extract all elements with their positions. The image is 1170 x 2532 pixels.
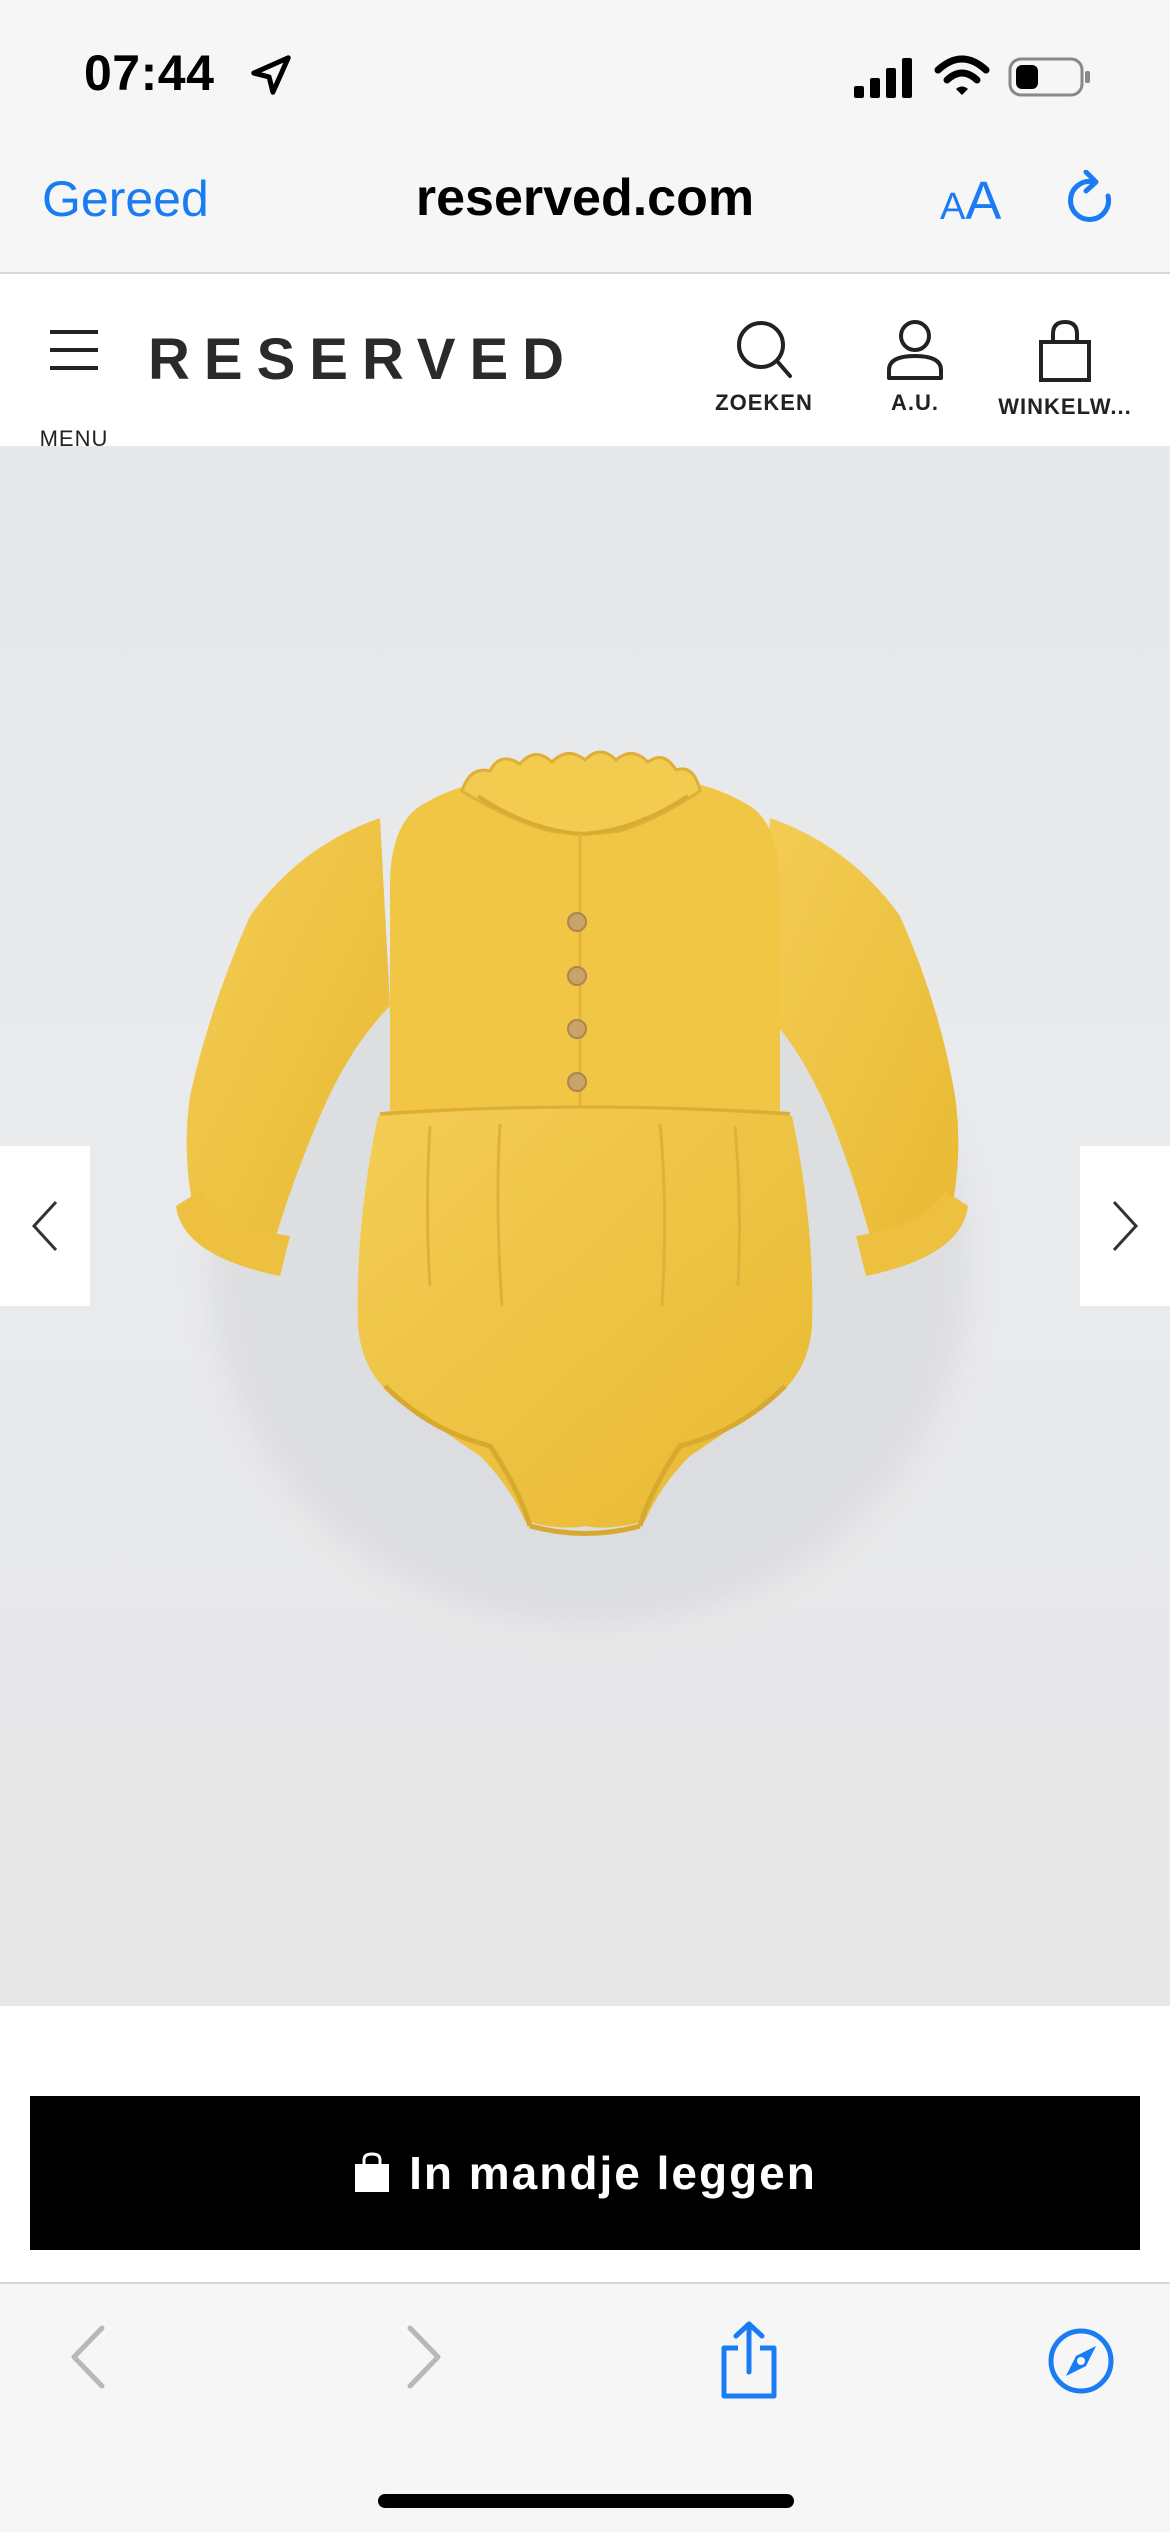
text-size-button[interactable]: AA	[940, 170, 1001, 232]
status-bar: 07:44	[0, 0, 1170, 140]
menu-button[interactable]: MENU	[36, 322, 112, 451]
add-to-cart-button[interactable]: In mandje leggen	[30, 2096, 1140, 2250]
compass-icon[interactable]	[1046, 2326, 1116, 2396]
browser-top-bar: Gereed reserved.com AA	[0, 140, 1170, 274]
product-image[interactable]	[0, 446, 1170, 2006]
wifi-icon	[934, 55, 990, 95]
user-icon	[887, 320, 943, 380]
cellular-signal-icon	[854, 58, 912, 98]
forward-arrow-icon[interactable]	[402, 2322, 446, 2392]
location-arrow-icon	[251, 55, 291, 95]
shopping-bag-icon	[355, 2152, 390, 2192]
text-size-big-a: A	[965, 171, 1002, 231]
search-button[interactable]: ZOEKEN	[710, 318, 818, 416]
browser-bottom-bar	[0, 2282, 1170, 2532]
back-arrow-icon[interactable]	[66, 2322, 110, 2392]
cart-button[interactable]: WINKELW...	[994, 318, 1136, 420]
status-time: 07:44	[84, 45, 215, 101]
screen: 07:44 Gereed reserved.com AA MENU RESERV…	[0, 0, 1170, 2532]
reload-icon[interactable]	[1062, 170, 1120, 232]
romper-illustration	[176, 750, 970, 1626]
previous-image-button[interactable]	[0, 1146, 90, 1306]
home-indicator[interactable]	[378, 2494, 794, 2508]
chevron-left-icon	[31, 1200, 58, 1252]
cart-label: WINKELW...	[998, 394, 1132, 419]
battery-icon	[1008, 57, 1090, 97]
product-actions: In mandje leggen	[0, 2006, 1170, 2282]
shopping-bag-icon	[1039, 319, 1091, 382]
add-to-cart-label: In mandje leggen	[409, 2147, 817, 2199]
site-header: MENU RESERVED ZOEKEN A.U. WINKELW...	[0, 274, 1170, 451]
brand-logo[interactable]: RESERVED	[148, 326, 578, 393]
account-button[interactable]: A.U.	[870, 318, 960, 416]
search-label: ZOEKEN	[715, 390, 813, 415]
search-icon	[737, 321, 792, 378]
account-label: A.U.	[891, 390, 939, 415]
share-icon[interactable]	[714, 2320, 784, 2400]
chevron-right-icon	[1112, 1200, 1139, 1252]
next-image-button[interactable]	[1080, 1146, 1170, 1306]
text-size-small-a: A	[940, 186, 966, 228]
